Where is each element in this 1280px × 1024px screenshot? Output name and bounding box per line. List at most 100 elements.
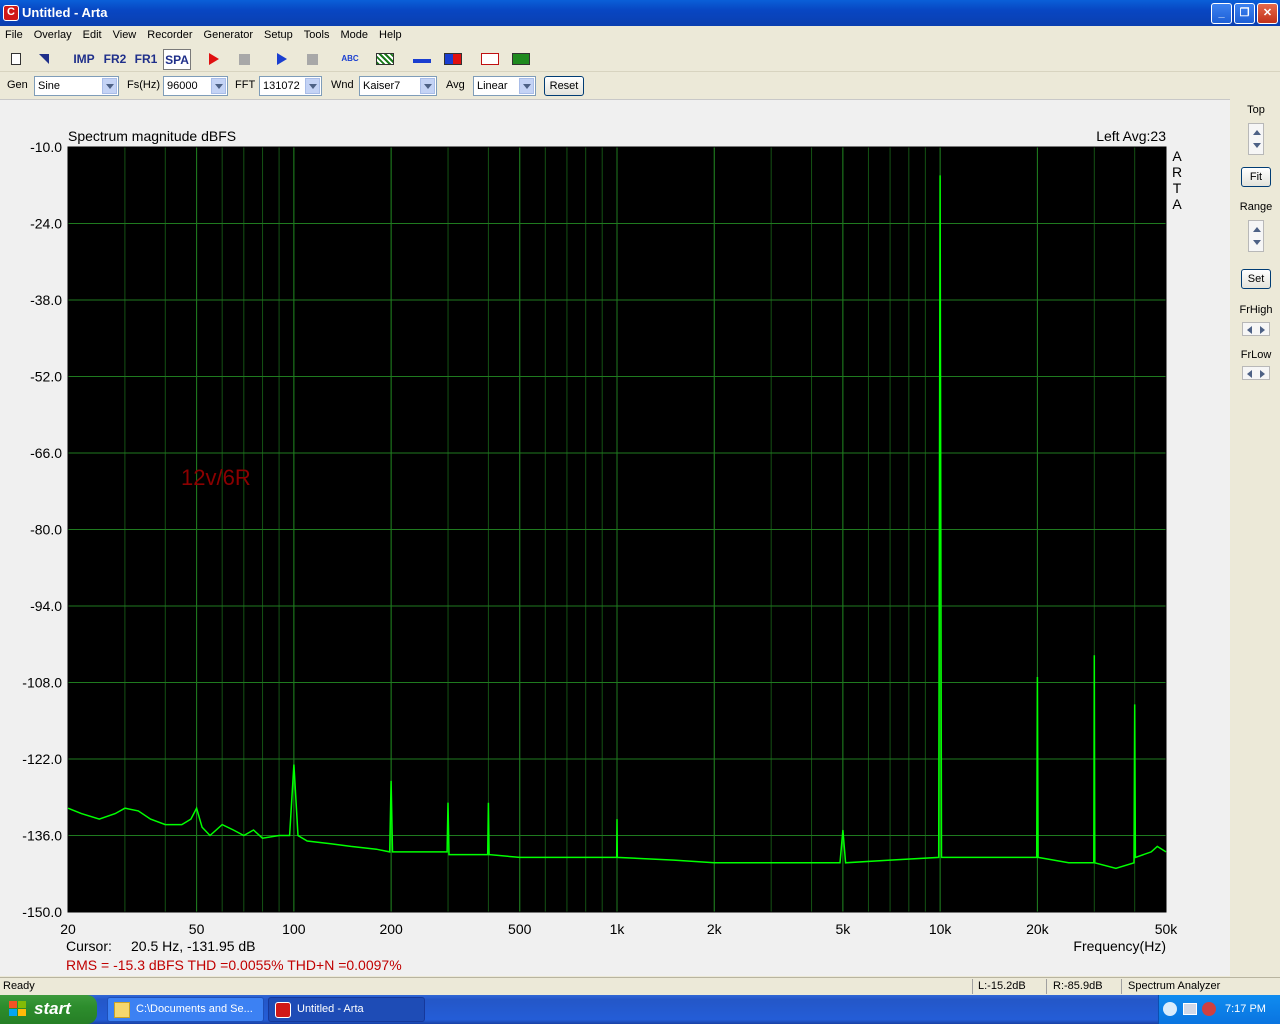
y-tick-label: -38.0 [30,292,62,308]
taskbar-item-arta[interactable]: Untitled - Arta [268,997,425,1022]
sample-rate-value: 96000 [167,80,198,92]
start-button[interactable]: start [0,995,97,1024]
tray-expand-icon[interactable] [1163,1002,1177,1016]
y-tick-label: -24.0 [30,216,62,232]
network-icon[interactable] [1183,1003,1197,1015]
taskbar-item-arta-label: Untitled - Arta [297,1003,364,1015]
x-tick-label: 10k [929,921,953,937]
chevron-down-icon[interactable] [102,78,117,94]
signal-generator-icon[interactable] [478,49,502,70]
menu-edit[interactable]: Edit [78,26,108,41]
settings-row: Gen Sine Fs(Hz) 96000 FFT 131072 Wnd Kai… [0,73,1280,98]
frhigh-spinner[interactable] [1242,322,1270,336]
chevron-down-icon[interactable] [519,78,534,94]
generator-stop-button[interactable] [300,49,324,70]
folder-icon [114,1002,130,1018]
x-tick-label: 5k [835,921,851,937]
y-tick-label: -94.0 [30,598,62,614]
record-stop-button[interactable] [232,49,256,70]
security-icon[interactable] [1202,1002,1216,1016]
spectrum-mode-button[interactable]: SPA [163,49,191,70]
y-tick-label: -108.0 [22,675,62,691]
taskbar-item-explorer-label: C:\Documents and Se... [136,1003,253,1015]
toolbar: IMP FR2 FR1 SPA ABC [0,46,1280,72]
open-button[interactable] [32,49,56,70]
frhigh-label: FrHigh [1239,304,1273,316]
close-button[interactable]: ✕ [1257,3,1278,24]
status-right-level: R:-85.9dB [1053,980,1103,992]
clock: 7:17 PM [1225,1003,1266,1015]
status-ready: Ready [3,980,35,992]
chevron-down-icon[interactable] [211,78,226,94]
chevron-down-icon[interactable] [305,78,320,94]
x-tick-label: 200 [379,921,403,937]
spectrum-chart[interactable]: 20 50 100 200 500 1k 2k 5k 10k 20k 50k -10.0 -24.0 -3… [0,100,1230,977]
range-spinner[interactable] [1248,220,1264,252]
y-tick-label: -52.0 [30,369,62,385]
avg-label: Avg [446,79,465,91]
new-file-button[interactable] [4,49,28,70]
x-tick-label: 50 [189,921,205,937]
x-tick-label: 500 [508,921,532,937]
system-tray: 7:17 PM [1158,995,1280,1024]
y-tick-label: -66.0 [30,445,62,461]
averaging-select[interactable]: Linear [473,76,536,96]
generator-play-button[interactable] [270,49,294,70]
impulse-mode-button[interactable]: IMP [70,49,98,70]
menu-setup[interactable]: Setup [259,26,299,41]
measurement-readout: RMS = -15.3 dBFS THD =0.0055% THD+N =0.0… [66,957,402,973]
generator-select[interactable]: Sine [34,76,119,96]
averaging-select-value: Linear [477,80,508,92]
top-spinner[interactable] [1248,123,1264,155]
arta-icon [275,1002,291,1018]
level-meter-icon[interactable] [441,49,465,70]
menu-bar: File Overlay Edit View Recorder Generator Setu… [0,26,1280,45]
right-control-panel: Top Fit Range Set FrHigh FrLow [1232,99,1280,976]
reset-button[interactable]: Reset [544,76,584,96]
abc-button[interactable]: ABC [337,49,363,70]
window-select[interactable]: Kaiser7 [359,76,437,96]
fr2-mode-button[interactable]: FR2 [101,49,129,70]
cursor-value: 20.5 Hz, -131.95 dB [131,938,256,954]
arta-watermark-letter: A [1172,196,1182,212]
arta-watermark-letter: A [1172,148,1182,164]
calibration-icon[interactable] [410,49,434,70]
menu-tools[interactable]: Tools [299,26,336,41]
fr1-mode-button[interactable]: FR1 [132,49,160,70]
taskbar: start C:\Documents and Se... Untitled - … [0,995,1280,1024]
windows-logo-icon [9,1001,26,1016]
record-play-button[interactable] [202,49,226,70]
oscilloscope-icon[interactable] [509,49,533,70]
menu-mode[interactable]: Mode [335,26,374,41]
chevron-down-icon[interactable] [420,78,435,94]
fft-size-select[interactable]: 131072 [259,76,322,96]
taskbar-item-explorer[interactable]: C:\Documents and Se... [107,997,264,1022]
status-bar: Ready L:-15.2dB R:-85.9dB Spectrum Analy… [0,977,1280,995]
restore-button[interactable]: ❐ [1234,3,1255,24]
set-button[interactable]: Set [1241,269,1271,289]
window-select-value: Kaiser7 [363,80,401,92]
status-mode: Spectrum Analyzer [1128,980,1221,992]
y-tick-label: -150.0 [22,904,62,920]
arta-app-icon [3,5,19,21]
sample-rate-select[interactable]: 96000 [163,76,228,96]
menu-view[interactable]: View [108,26,143,41]
y-tick-label: -122.0 [22,751,62,767]
channel-info: Left Avg:23 [1096,128,1166,144]
fit-button[interactable]: Fit [1241,167,1271,187]
x-tick-label: 20k [1026,921,1050,937]
menu-generator[interactable]: Generator [199,26,260,41]
fft-size-value: 131072 [263,80,300,92]
y-tick-label: -80.0 [30,522,62,538]
status-left-level: L:-15.2dB [978,980,1026,992]
menu-help[interactable]: Help [374,26,408,41]
x-tick-label: 20 [60,921,76,937]
menu-file[interactable]: File [0,26,29,41]
menu-recorder[interactable]: Recorder [142,26,198,41]
frlow-spinner[interactable] [1242,366,1270,380]
menu-overlay[interactable]: Overlay [29,26,78,41]
x-tick-label: 100 [282,921,306,937]
chart-settings-icon[interactable] [373,49,397,70]
chart-title: Spectrum magnitude dBFS [68,128,236,144]
minimize-button[interactable]: _ [1211,3,1232,24]
